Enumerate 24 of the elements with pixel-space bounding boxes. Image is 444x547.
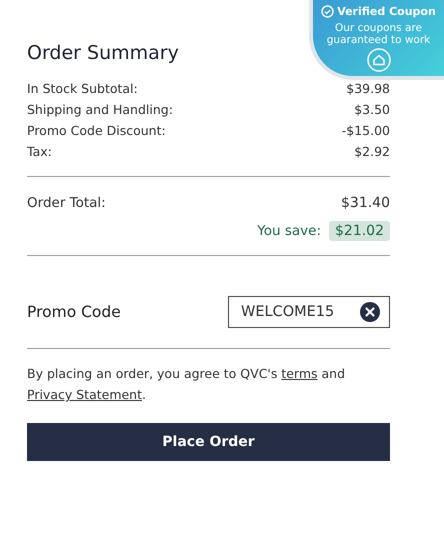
savings-value: $21.02 bbox=[329, 221, 390, 241]
line-value: $39.98 bbox=[346, 80, 390, 98]
line-label: Promo Code Discount: bbox=[27, 122, 166, 140]
total-label: Order Total: bbox=[27, 195, 106, 211]
terms-link[interactable]: terms bbox=[281, 366, 318, 381]
promo-code-field[interactable]: WELCOME15 bbox=[228, 296, 390, 328]
line-value: $3.50 bbox=[354, 101, 390, 119]
section-title: Order Summary bbox=[27, 42, 179, 64]
line-label: Tax: bbox=[27, 143, 52, 161]
place-order-button[interactable]: Place Order bbox=[27, 423, 390, 461]
check-circle-icon bbox=[321, 5, 334, 18]
promo-label: Promo Code bbox=[27, 303, 121, 321]
badge-title: Verified Coupon bbox=[337, 5, 436, 18]
house-icon bbox=[366, 48, 390, 72]
clear-icon[interactable] bbox=[360, 302, 380, 322]
savings-label: You save: bbox=[257, 223, 321, 239]
terms-text: By placing an order, you agree to QVC's terms and Privacy Statement. bbox=[27, 365, 346, 404]
line-value: $2.92 bbox=[354, 143, 390, 161]
line-label: Shipping and Handling: bbox=[27, 101, 173, 119]
line-value: -$15.00 bbox=[342, 122, 390, 140]
privacy-link[interactable]: Privacy Statement bbox=[27, 387, 142, 402]
total-value: $31.40 bbox=[341, 195, 390, 211]
badge-text: Our coupons are guaranteed to work bbox=[326, 22, 432, 46]
line-label: In Stock Subtotal: bbox=[27, 80, 138, 98]
